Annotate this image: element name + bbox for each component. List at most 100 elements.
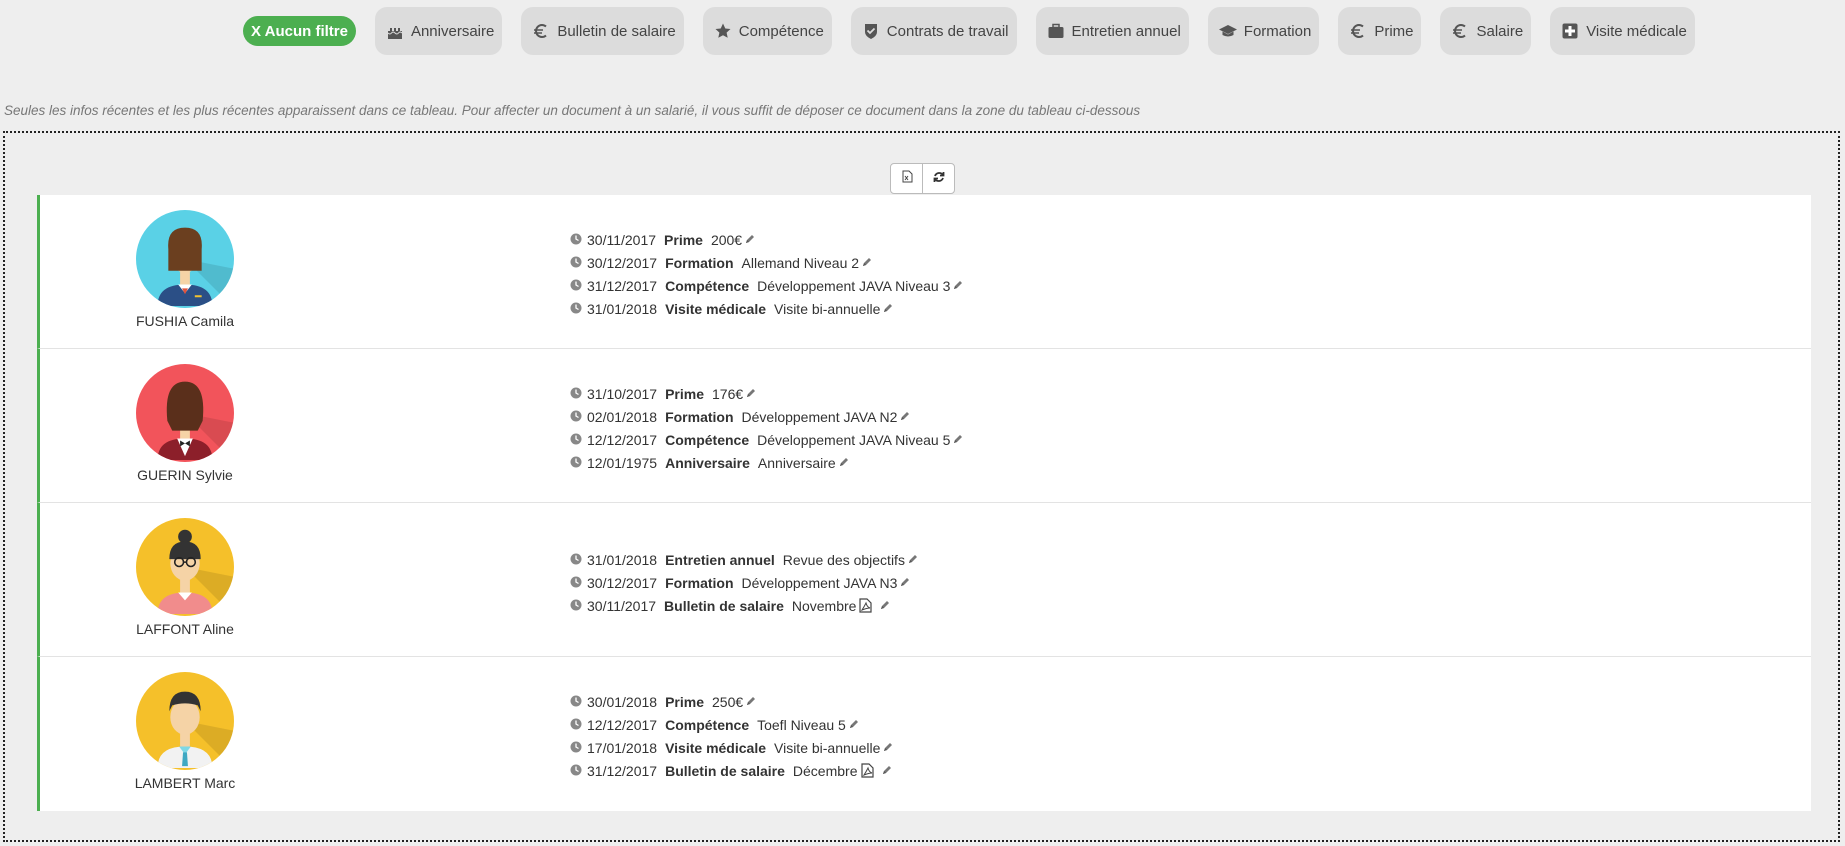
edit-pencil-icon[interactable] [952, 279, 965, 292]
event-date: 30/11/2017 [587, 231, 657, 248]
event-list: 31/10/2017 Prime 176€ 02/01/2018 Formation Dé… [570, 382, 965, 474]
event-detail: Développement JAVA Niveau 3 [757, 277, 951, 294]
event-type: Prime [665, 385, 704, 402]
clock-icon [570, 764, 584, 778]
event-type: Formation [665, 574, 734, 591]
filter-none-button[interactable]: X Aucun filtre [243, 16, 356, 46]
filter-chip-list: Anniversaire Bulletin de salaire Compétenc… [374, 7, 1714, 55]
filter-chip-salaire[interactable]: Salaire [1440, 7, 1532, 55]
filter-chip-contrats-de-travail[interactable]: Contrats de travail [850, 7, 1017, 55]
event-list: 30/11/2017 Prime 200€ 30/12/2017 Formation Al… [570, 228, 965, 320]
event-item: 30/11/2017 Prime 200€ [570, 228, 965, 251]
edit-pencil-icon[interactable] [848, 718, 861, 731]
event-detail: Développement JAVA N3 [741, 574, 898, 591]
filter-chip-visite-m-dicale[interactable]: Visite médicale [1550, 7, 1695, 55]
euro-icon [531, 21, 551, 41]
clock-icon [570, 695, 584, 709]
filter-chip-prime[interactable]: Prime [1338, 7, 1422, 55]
event-type: Formation [665, 408, 734, 425]
medical-cross-icon [1560, 21, 1580, 41]
export-excel-button[interactable] [890, 163, 923, 194]
edit-pencil-icon[interactable] [744, 233, 757, 246]
clock-icon [570, 433, 584, 447]
event-detail: Développement JAVA N2 [741, 408, 898, 425]
info-text: Seules les infos récentes et les plus ré… [4, 103, 1141, 118]
event-item: 30/01/2018 Prime 250€ [570, 690, 895, 713]
avatar[interactable] [136, 518, 234, 616]
employee-name: LAFFONT Aline [136, 621, 234, 637]
edit-pencil-icon[interactable] [882, 302, 895, 315]
event-item: 17/01/2018 Visite médicale Visite bi-annue… [570, 736, 895, 759]
edit-pencil-icon[interactable] [881, 764, 894, 777]
event-date: 12/01/1975 [587, 454, 658, 471]
clock-icon [570, 599, 584, 613]
employee-row[interactable]: LAFFONT Aline 31/01/2018 Entretien annuel R… [37, 503, 1811, 657]
refresh-button[interactable] [922, 163, 955, 194]
clock-icon [570, 279, 584, 293]
avatar[interactable] [136, 672, 234, 770]
clock-icon [570, 456, 584, 470]
edit-pencil-icon[interactable] [861, 256, 874, 269]
pdf-icon[interactable] [859, 597, 873, 614]
event-item: 30/12/2017 Formation Allemand Niveau 2 [570, 251, 965, 274]
edit-pencil-icon[interactable] [745, 695, 758, 708]
event-item: 31/12/2017 Bulletin de salaire Décembre [570, 759, 895, 782]
event-date: 12/12/2017 [587, 716, 658, 733]
event-date: 31/01/2018 [587, 551, 658, 568]
filter-chip-bulletin-de-salaire[interactable]: Bulletin de salaire [521, 7, 684, 55]
filter-chip-label: Prime [1374, 22, 1414, 40]
employee-row[interactable]: GUERIN Sylvie 31/10/2017 Prime 176€ 02/01/20… [37, 349, 1811, 503]
refresh-icon [933, 170, 945, 188]
filter-bar: X Aucun filtre Anniversaire Bulletin de s… [243, 7, 1714, 55]
employee-name: FUSHIA Camila [135, 313, 235, 329]
filter-chip-comp-tence[interactable]: Compétence [702, 7, 832, 55]
edit-pencil-icon[interactable] [899, 410, 912, 423]
document-drop-zone[interactable]: FUSHIA Camila 30/11/2017 Prime 200€ 30/12/20… [3, 131, 1840, 842]
event-detail: Toefl Niveau 5 [757, 716, 846, 733]
cake-icon [385, 21, 405, 41]
employee-table: FUSHIA Camila 30/11/2017 Prime 200€ 30/12/20… [37, 195, 1811, 811]
event-type: Compétence [665, 431, 750, 448]
avatar[interactable] [136, 210, 234, 308]
event-type: Formation [665, 254, 734, 271]
clock-icon [570, 302, 584, 316]
event-item: 31/01/2018 Visite médicale Visite bi-annue… [570, 297, 965, 320]
event-item: 30/12/2017 Formation Développement JAVA N3 [570, 571, 920, 594]
employee-row[interactable]: LAMBERT Marc 30/01/2018 Prime 250€ 12/12/201… [37, 657, 1811, 811]
event-type: Bulletin de salaire [665, 762, 785, 779]
event-detail: Anniversaire [757, 454, 836, 471]
event-detail: Revue des objectifs [782, 551, 905, 568]
edit-pencil-icon[interactable] [879, 599, 892, 612]
excel-export-icon [901, 170, 913, 188]
event-type: Entretien annuel [665, 551, 775, 568]
event-detail: 250€ [712, 693, 744, 710]
clock-icon [570, 233, 584, 247]
edit-pencil-icon[interactable] [899, 576, 912, 589]
event-type: Prime [665, 693, 704, 710]
edit-pencil-icon[interactable] [838, 456, 851, 469]
employee-row[interactable]: FUSHIA Camila 30/11/2017 Prime 200€ 30/12/20… [37, 195, 1811, 349]
filter-chip-entretien-annuel[interactable]: Entretien annuel [1035, 7, 1189, 55]
edit-pencil-icon[interactable] [882, 741, 895, 754]
euro-icon [1348, 21, 1368, 41]
event-detail: Visite bi-annuelle [774, 300, 881, 317]
clock-icon [570, 718, 584, 732]
edit-pencil-icon[interactable] [907, 553, 920, 566]
filter-chip-anniversaire[interactable]: Anniversaire [374, 7, 503, 55]
filter-chip-label: Anniversaire [410, 22, 495, 40]
employee-info: GUERIN Sylvie [100, 349, 270, 503]
employee-name: GUERIN Sylvie [137, 467, 233, 483]
event-item: 31/10/2017 Prime 176€ [570, 382, 965, 405]
filter-chip-formation[interactable]: Formation [1207, 7, 1320, 55]
pdf-icon[interactable] [860, 762, 875, 779]
event-item: 31/12/2017 Compétence Développement JAVA N… [570, 274, 965, 297]
edit-pencil-icon[interactable] [745, 387, 758, 400]
event-detail: Visite bi-annuelle [774, 739, 881, 756]
event-item: 12/01/1975 Anniversaire Anniversaire [570, 451, 965, 474]
event-date: 02/01/2018 [587, 408, 658, 425]
clock-icon [570, 256, 584, 270]
event-list: 31/01/2018 Entretien annuel Revue des obje… [570, 548, 920, 617]
avatar[interactable] [136, 364, 234, 462]
shield-check-icon [861, 21, 881, 41]
edit-pencil-icon[interactable] [952, 433, 965, 446]
